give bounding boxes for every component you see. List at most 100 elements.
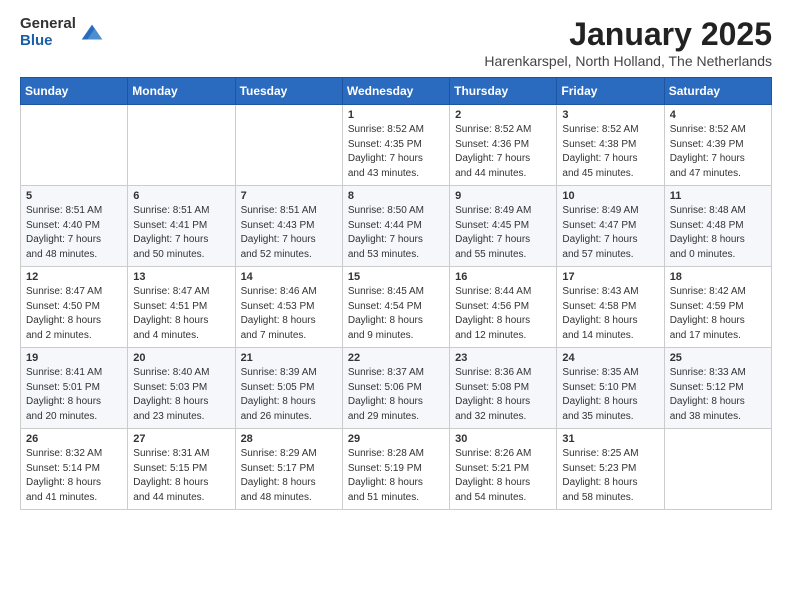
day-number: 30 bbox=[455, 433, 551, 445]
cell-w3-d5: 24Sunrise: 8:35 AM Sunset: 5:10 PM Dayli… bbox=[557, 348, 664, 429]
cell-content: Sunrise: 8:47 AM Sunset: 4:51 PM Dayligh… bbox=[133, 285, 229, 343]
day-number: 18 bbox=[670, 271, 766, 283]
cell-w2-d4: 16Sunrise: 8:44 AM Sunset: 4:56 PM Dayli… bbox=[450, 267, 557, 348]
col-tuesday: Tuesday bbox=[235, 78, 342, 105]
cell-w2-d1: 13 Sunrise: 8:47 AM Sunset: 4:51 PM Dayli… bbox=[128, 267, 235, 348]
cell-w4-d4: 30 Sunrise: 8:26 AM Sunset: 5:21 PM Dayli… bbox=[450, 429, 557, 510]
title-block: January 2025 Harenkarspel, North Holland… bbox=[484, 16, 772, 69]
cell-w4-d2: 28Sunrise: 8:29 AM Sunset: 5:17 PM Dayli… bbox=[235, 429, 342, 510]
day-number: 25 bbox=[670, 352, 766, 364]
cell-content: Sunrise: 8:32 AM Sunset: 5:14 PM Dayligh… bbox=[26, 447, 122, 505]
week-row-1: 5 Sunrise: 8:51 AM Sunset: 4:40 PM Daylig… bbox=[21, 186, 772, 267]
cell-w3-d1: 20 Sunrise: 8:40 AM Sunset: 5:03 PM Dayli… bbox=[128, 348, 235, 429]
day-number: 2 bbox=[455, 109, 551, 121]
cell-content: Sunrise: 8:51 AM Sunset: 4:40 PM Dayligh… bbox=[26, 204, 122, 262]
cell-content: Sunrise: 8:33 AM Sunset: 5:12 PM Dayligh… bbox=[670, 366, 766, 424]
logo-text: General Blue bbox=[20, 16, 76, 49]
cell-w4-d0: 26 Sunrise: 8:32 AM Sunset: 5:14 PM Dayli… bbox=[21, 429, 128, 510]
cell-content: Sunrise: 8:28 AM Sunset: 5:19 PM Dayligh… bbox=[348, 447, 444, 505]
col-monday: Monday bbox=[128, 78, 235, 105]
cell-w2-d6: 18 Sunrise: 8:42 AM Sunset: 4:59 PM Dayli… bbox=[664, 267, 771, 348]
day-number: 12 bbox=[26, 271, 122, 283]
day-number: 22 bbox=[348, 352, 444, 364]
page: General Blue January 2025 Harenkarspel, … bbox=[0, 0, 792, 526]
calendar-subtitle: Harenkarspel, North Holland, The Netherl… bbox=[484, 53, 772, 69]
cell-w0-d2 bbox=[235, 105, 342, 186]
cell-w1-d3: 8Sunrise: 8:50 AM Sunset: 4:44 PM Daylig… bbox=[342, 186, 449, 267]
cell-content: Sunrise: 8:51 AM Sunset: 4:41 PM Dayligh… bbox=[133, 204, 229, 262]
cell-content: Sunrise: 8:52 AM Sunset: 4:35 PM Dayligh… bbox=[348, 123, 444, 181]
cell-content: Sunrise: 8:47 AM Sunset: 4:50 PM Dayligh… bbox=[26, 285, 122, 343]
cell-w2-d3: 15Sunrise: 8:45 AM Sunset: 4:54 PM Dayli… bbox=[342, 267, 449, 348]
cell-w3-d4: 23 Sunrise: 8:36 AM Sunset: 5:08 PM Dayli… bbox=[450, 348, 557, 429]
cell-w1-d4: 9Sunrise: 8:49 AM Sunset: 4:45 PM Daylig… bbox=[450, 186, 557, 267]
cell-content: Sunrise: 8:40 AM Sunset: 5:03 PM Dayligh… bbox=[133, 366, 229, 424]
cell-w2-d5: 17 Sunrise: 8:43 AM Sunset: 4:58 PM Dayli… bbox=[557, 267, 664, 348]
week-row-4: 26 Sunrise: 8:32 AM Sunset: 5:14 PM Dayli… bbox=[21, 429, 772, 510]
day-number: 23 bbox=[455, 352, 551, 364]
day-number: 17 bbox=[562, 271, 658, 283]
cell-w4-d1: 27 Sunrise: 8:31 AM Sunset: 5:15 PM Dayli… bbox=[128, 429, 235, 510]
cell-w2-d0: 12 Sunrise: 8:47 AM Sunset: 4:50 PM Dayli… bbox=[21, 267, 128, 348]
col-thursday: Thursday bbox=[450, 78, 557, 105]
cell-w0-d5: 3 Sunrise: 8:52 AM Sunset: 4:38 PM Daylig… bbox=[557, 105, 664, 186]
cell-w0-d6: 4Sunrise: 8:52 AM Sunset: 4:39 PM Daylig… bbox=[664, 105, 771, 186]
col-saturday: Saturday bbox=[664, 78, 771, 105]
day-number: 5 bbox=[26, 190, 122, 202]
cell-w2-d2: 14 Sunrise: 8:46 AM Sunset: 4:53 PM Dayli… bbox=[235, 267, 342, 348]
week-row-2: 12 Sunrise: 8:47 AM Sunset: 4:50 PM Dayli… bbox=[21, 267, 772, 348]
week-row-0: 1Sunrise: 8:52 AM Sunset: 4:35 PM Daylig… bbox=[21, 105, 772, 186]
col-friday: Friday bbox=[557, 78, 664, 105]
day-number: 3 bbox=[562, 109, 658, 121]
day-number: 16 bbox=[455, 271, 551, 283]
cell-w1-d6: 11 Sunrise: 8:48 AM Sunset: 4:48 PM Dayli… bbox=[664, 186, 771, 267]
day-number: 29 bbox=[348, 433, 444, 445]
cell-w3-d0: 19 Sunrise: 8:41 AM Sunset: 5:01 PM Dayli… bbox=[21, 348, 128, 429]
cell-content: Sunrise: 8:36 AM Sunset: 5:08 PM Dayligh… bbox=[455, 366, 551, 424]
cell-content: Sunrise: 8:26 AM Sunset: 5:21 PM Dayligh… bbox=[455, 447, 551, 505]
calendar-table: Sunday Monday Tuesday Wednesday Thursday… bbox=[20, 77, 772, 510]
cell-w3-d2: 21 Sunrise: 8:39 AM Sunset: 5:05 PM Dayli… bbox=[235, 348, 342, 429]
calendar-title: January 2025 bbox=[484, 16, 772, 53]
cell-content: Sunrise: 8:49 AM Sunset: 4:45 PM Dayligh… bbox=[455, 204, 551, 262]
day-number: 14 bbox=[241, 271, 337, 283]
cell-w3-d6: 25 Sunrise: 8:33 AM Sunset: 5:12 PM Dayli… bbox=[664, 348, 771, 429]
logo-blue: Blue bbox=[20, 33, 76, 50]
cell-content: Sunrise: 8:31 AM Sunset: 5:15 PM Dayligh… bbox=[133, 447, 229, 505]
header-row: Sunday Monday Tuesday Wednesday Thursday… bbox=[21, 78, 772, 105]
day-number: 27 bbox=[133, 433, 229, 445]
cell-content: Sunrise: 8:48 AM Sunset: 4:48 PM Dayligh… bbox=[670, 204, 766, 262]
logo-icon bbox=[78, 19, 106, 47]
cell-content: Sunrise: 8:52 AM Sunset: 4:36 PM Dayligh… bbox=[455, 123, 551, 181]
cell-w1-d0: 5 Sunrise: 8:51 AM Sunset: 4:40 PM Daylig… bbox=[21, 186, 128, 267]
cell-content: Sunrise: 8:51 AM Sunset: 4:43 PM Dayligh… bbox=[241, 204, 337, 262]
cell-content: Sunrise: 8:50 AM Sunset: 4:44 PM Dayligh… bbox=[348, 204, 444, 262]
cell-content: Sunrise: 8:43 AM Sunset: 4:58 PM Dayligh… bbox=[562, 285, 658, 343]
day-number: 13 bbox=[133, 271, 229, 283]
day-number: 19 bbox=[26, 352, 122, 364]
logo-general: General bbox=[20, 16, 76, 33]
cell-content: Sunrise: 8:39 AM Sunset: 5:05 PM Dayligh… bbox=[241, 366, 337, 424]
cell-content: Sunrise: 8:45 AM Sunset: 4:54 PM Dayligh… bbox=[348, 285, 444, 343]
day-number: 10 bbox=[562, 190, 658, 202]
cell-w0-d3: 1Sunrise: 8:52 AM Sunset: 4:35 PM Daylig… bbox=[342, 105, 449, 186]
col-sunday: Sunday bbox=[21, 78, 128, 105]
day-number: 21 bbox=[241, 352, 337, 364]
day-number: 26 bbox=[26, 433, 122, 445]
day-number: 20 bbox=[133, 352, 229, 364]
cell-w0-d4: 2 Sunrise: 8:52 AM Sunset: 4:36 PM Daylig… bbox=[450, 105, 557, 186]
day-number: 11 bbox=[670, 190, 766, 202]
day-number: 28 bbox=[241, 433, 337, 445]
day-number: 31 bbox=[562, 433, 658, 445]
cell-content: Sunrise: 8:49 AM Sunset: 4:47 PM Dayligh… bbox=[562, 204, 658, 262]
cell-w3-d3: 22Sunrise: 8:37 AM Sunset: 5:06 PM Dayli… bbox=[342, 348, 449, 429]
cell-content: Sunrise: 8:46 AM Sunset: 4:53 PM Dayligh… bbox=[241, 285, 337, 343]
day-number: 7 bbox=[241, 190, 337, 202]
cell-w1-d1: 6Sunrise: 8:51 AM Sunset: 4:41 PM Daylig… bbox=[128, 186, 235, 267]
cell-w1-d2: 7 Sunrise: 8:51 AM Sunset: 4:43 PM Daylig… bbox=[235, 186, 342, 267]
cell-w4-d5: 31Sunrise: 8:25 AM Sunset: 5:23 PM Dayli… bbox=[557, 429, 664, 510]
cell-content: Sunrise: 8:41 AM Sunset: 5:01 PM Dayligh… bbox=[26, 366, 122, 424]
cell-content: Sunrise: 8:42 AM Sunset: 4:59 PM Dayligh… bbox=[670, 285, 766, 343]
cell-content: Sunrise: 8:52 AM Sunset: 4:38 PM Dayligh… bbox=[562, 123, 658, 181]
cell-w4-d3: 29 Sunrise: 8:28 AM Sunset: 5:19 PM Dayli… bbox=[342, 429, 449, 510]
